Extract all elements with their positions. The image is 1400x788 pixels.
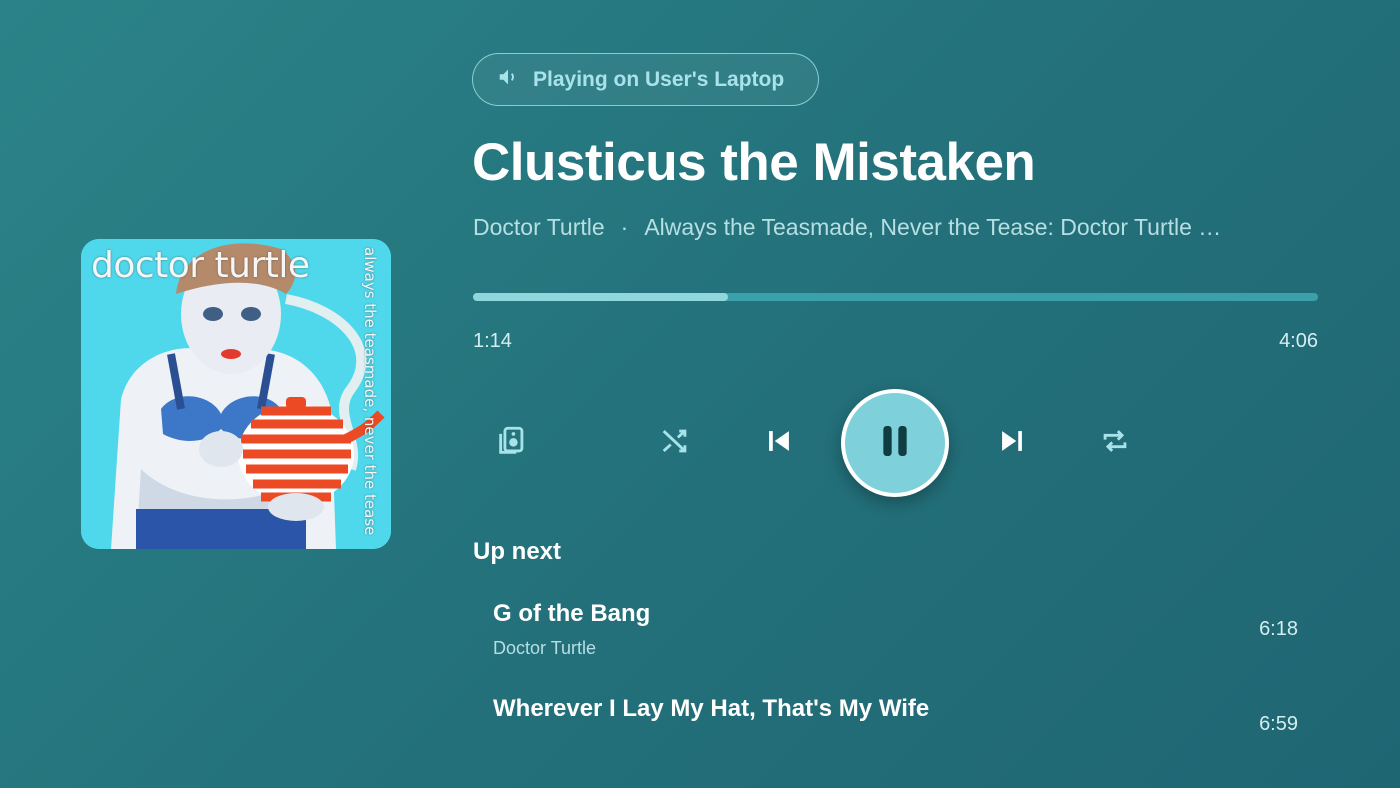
meta-separator: · (620, 214, 629, 240)
queue-item[interactable]: G of the Bang Doctor Turtle 6:18 (493, 600, 1298, 680)
skip-previous-icon (762, 424, 796, 463)
total-time: 4:06 (1279, 330, 1318, 352)
sleep-timer-button[interactable] (1250, 415, 1306, 471)
up-next-heading: Up next (473, 538, 562, 565)
elapsed-time: 1:14 (473, 330, 512, 352)
pause-button[interactable] (841, 389, 949, 497)
progress-bar[interactable] (473, 293, 1318, 301)
previous-track-button[interactable] (751, 415, 807, 471)
queue-item-title: G of the Bang (493, 600, 651, 627)
speaker-icon (497, 66, 519, 94)
repeat-icon (1098, 424, 1132, 463)
queue-item-duration: 6:59 (1259, 713, 1298, 735)
speaker-device-icon (495, 424, 529, 463)
next-track-button[interactable] (984, 415, 1040, 471)
track-meta: Doctor Turtle · Always the Teasmade, Nev… (473, 214, 1313, 241)
queue-item-duration: 6:18 (1259, 618, 1298, 640)
output-device-button[interactable] (484, 415, 540, 471)
pause-icon (875, 421, 915, 466)
skip-next-icon (995, 424, 1029, 463)
shuffle-icon (658, 424, 692, 463)
album-art-side-text: always the teasmade, never the tease (361, 247, 379, 536)
track-title: Clusticus the Mistaken (472, 133, 1036, 192)
moon-icon (1261, 424, 1295, 463)
progress-fill (473, 293, 729, 301)
track-artist[interactable]: Doctor Turtle (473, 214, 605, 241)
track-album[interactable]: Always the Teasmade, Never the Tease: Do… (644, 214, 1313, 241)
device-chip-label: Playing on User's Laptop (533, 67, 785, 91)
shuffle-button[interactable] (647, 415, 703, 471)
repeat-button[interactable] (1087, 415, 1143, 471)
playing-on-device-chip[interactable]: Playing on User's Laptop (472, 53, 819, 106)
album-art: doctor turtle always the teasmade, never… (81, 239, 391, 549)
queue-item-title: Wherever I Lay My Hat, That's My Wife (493, 695, 930, 722)
queue-item-artist: Doctor Turtle (493, 638, 597, 658)
queue-item[interactable]: Wherever I Lay My Hat, That's My Wife 6:… (493, 695, 1298, 775)
album-art-title-text: doctor turtle (91, 245, 310, 286)
